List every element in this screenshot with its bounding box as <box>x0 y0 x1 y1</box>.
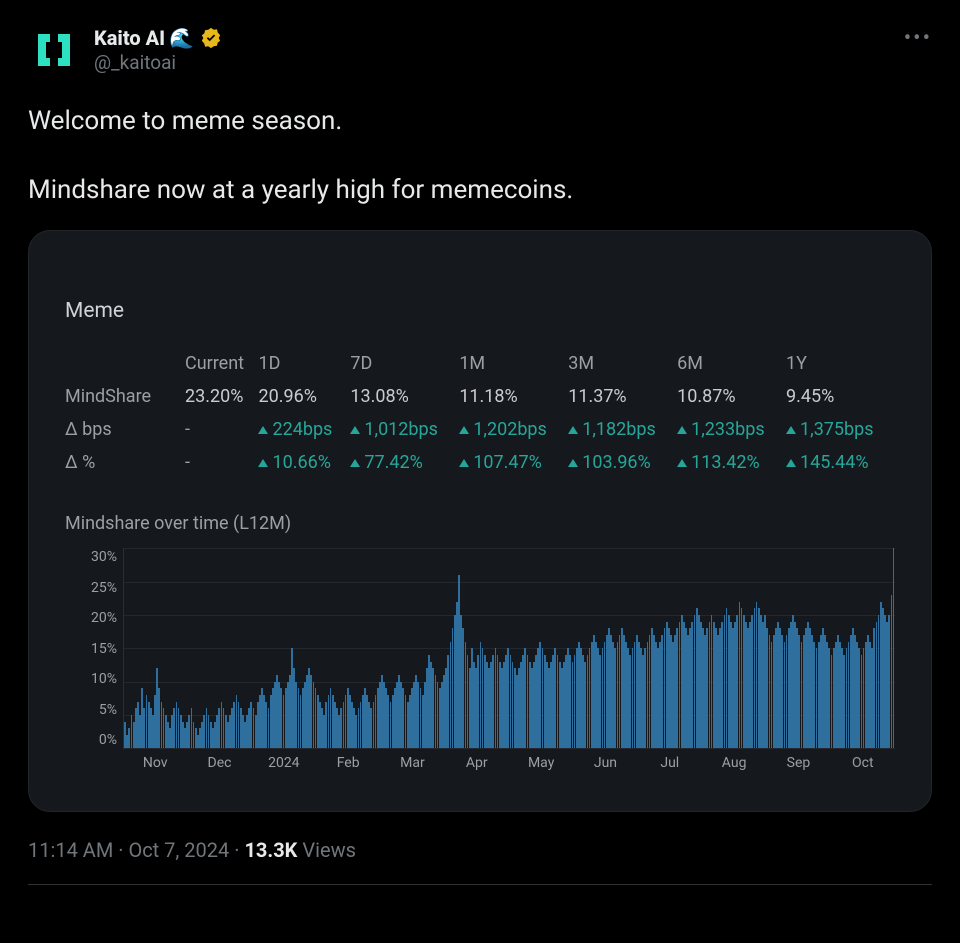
up-arrow-icon <box>568 426 578 434</box>
author-identity[interactable]: Kaito AI 🌊 @_kaitoai <box>28 24 222 76</box>
chart-x-axis: Nov Dec 2024 Feb Mar Apr May Jun Jul Aug… <box>123 755 895 771</box>
chart-plot-area <box>123 548 895 749</box>
up-arrow-icon <box>459 459 469 467</box>
up-arrow-icon <box>350 459 360 467</box>
up-arrow-icon <box>568 459 578 467</box>
row-delta-bps: Δ bps - 224bps 1,012bps 1,202bps 1,182bp… <box>65 413 895 446</box>
tweet-date[interactable]: Oct 7, 2024 <box>128 838 229 862</box>
chart: 30% 25% 20% 15% 10% 5% 0% <box>65 548 895 749</box>
row-delta-bps-label: Δ bps <box>65 413 185 446</box>
up-arrow-icon <box>459 426 469 434</box>
author-display-name[interactable]: Kaito AI <box>94 26 165 51</box>
col-1d: 1D <box>258 347 350 380</box>
tweet-time[interactable]: 11:14 AM <box>28 838 113 862</box>
col-6m: 6M <box>677 347 786 380</box>
embedded-media-card[interactable]: Meme Current 1D 7D 1M 3M 6M 1Y MindShare… <box>28 230 932 812</box>
row-mindshare: MindShare 23.20% 20.96% 13.08% 11.18% 11… <box>65 380 895 413</box>
row-mindshare-label: MindShare <box>65 380 185 413</box>
chart-bar <box>893 548 895 748</box>
col-1m: 1M <box>459 347 568 380</box>
col-3m: 3M <box>568 347 677 380</box>
stats-table: Current 1D 7D 1M 3M 6M 1Y MindShare 23.2… <box>65 347 895 479</box>
up-arrow-icon <box>786 459 796 467</box>
tweet-header: Kaito AI 🌊 @_kaitoai ••• <box>28 24 932 76</box>
stats-header-row: Current 1D 7D 1M 3M 6M 1Y <box>65 347 895 380</box>
col-7d: 7D <box>350 347 459 380</box>
tweet-line-2: Mindshare now at a yearly high for memec… <box>28 173 932 208</box>
tweet-line-1: Welcome to meme season. <box>28 104 932 139</box>
up-arrow-icon <box>258 426 268 434</box>
up-arrow-icon <box>350 426 360 434</box>
chart-y-axis: 30% 25% 20% 15% 10% 5% 0% <box>65 548 117 749</box>
chart-title: Mindshare over time (L12M) <box>65 513 895 534</box>
chart-bars <box>124 548 895 748</box>
verified-badge-icon <box>200 27 222 49</box>
col-1y: 1Y <box>786 347 895 380</box>
tweet-text: Welcome to meme season. Mindshare now at… <box>28 104 932 208</box>
views-label: Views <box>302 838 356 862</box>
author-names: Kaito AI 🌊 @_kaitoai <box>94 26 222 75</box>
up-arrow-icon <box>258 459 268 467</box>
more-options-button[interactable]: ••• <box>904 24 932 51</box>
tweet-container: Kaito AI 🌊 @_kaitoai ••• Welcome to meme… <box>0 0 960 921</box>
divider <box>28 884 932 885</box>
up-arrow-icon <box>677 459 687 467</box>
col-current: Current <box>185 347 258 380</box>
author-handle[interactable]: @_kaitoai <box>94 51 222 75</box>
row-delta-pct: Δ % - 10.66% 77.42% 107.47% 103.96% 113.… <box>65 446 895 479</box>
row-delta-pct-label: Δ % <box>65 446 185 479</box>
tweet-meta: 11:14 AM · Oct 7, 2024 · 13.3K Views <box>28 838 932 862</box>
up-arrow-icon <box>677 426 687 434</box>
views-count[interactable]: 13.3K <box>244 838 297 862</box>
wave-emoji-icon: 🌊 <box>169 26 194 51</box>
avatar-logo-icon <box>34 30 74 70</box>
up-arrow-icon <box>786 426 796 434</box>
panel-title: Meme <box>65 299 895 323</box>
avatar[interactable] <box>28 24 80 76</box>
